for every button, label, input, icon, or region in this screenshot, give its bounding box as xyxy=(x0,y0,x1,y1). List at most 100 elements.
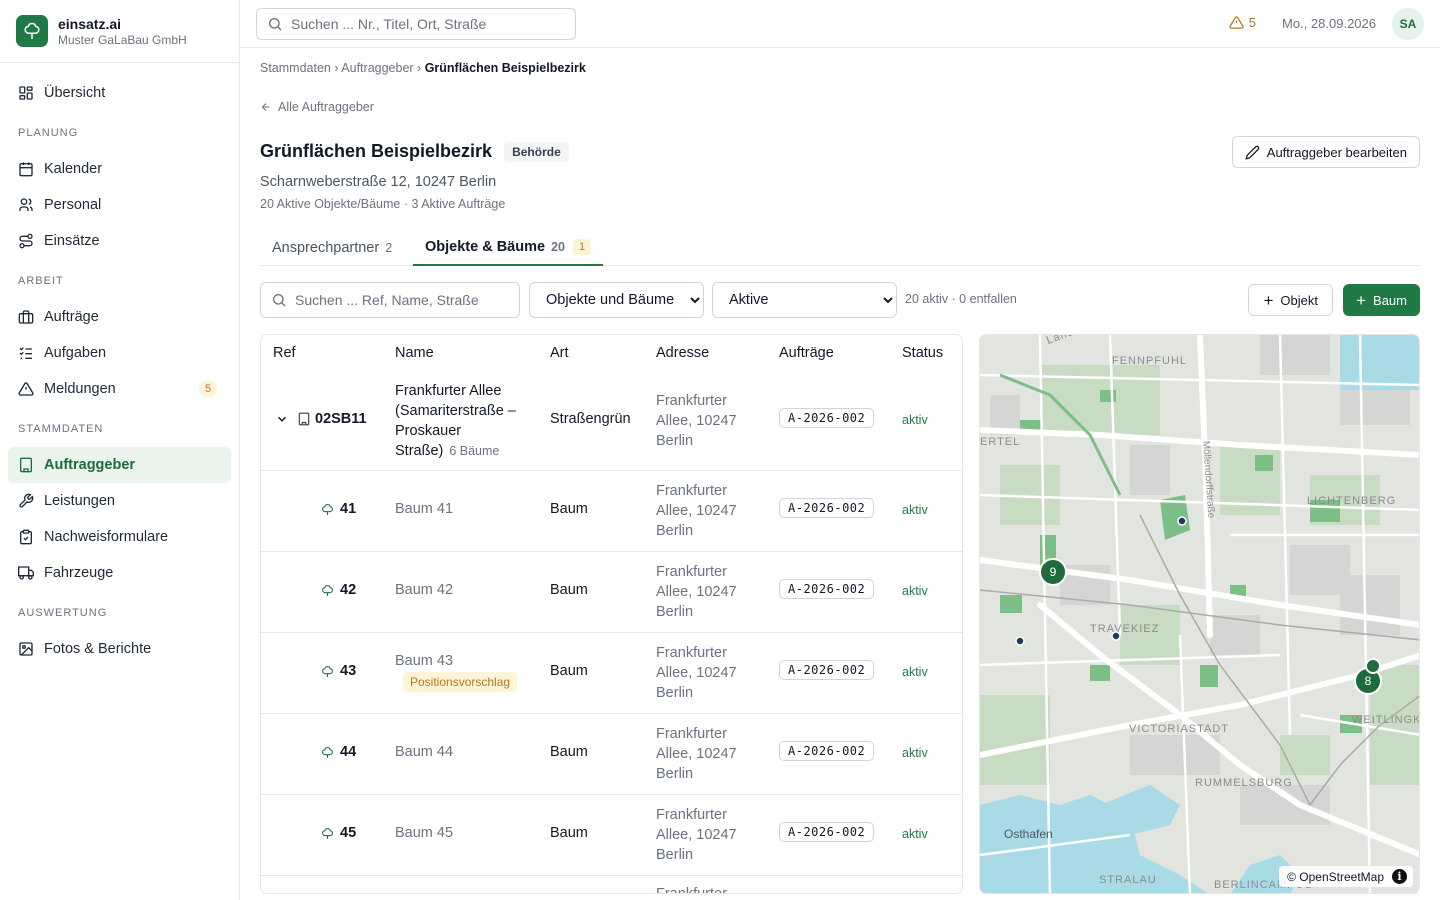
cluster-marker-9[interactable]: 9 xyxy=(1039,558,1067,586)
status-cell: aktiv xyxy=(902,413,928,427)
briefcase-icon xyxy=(18,310,34,324)
ref-value: 42 xyxy=(340,582,357,598)
sidebar-item-meldungen[interactable]: Meldungen 5 xyxy=(8,371,231,407)
table-row[interactable]: 41 Baum 41 Baum Frankfurter Allee, 10247 Berl… xyxy=(261,471,962,552)
table-row[interactable]: 43 Baum 43 Positionsvorschlag Baum Frankfurt… xyxy=(261,633,962,714)
sidebar-item-label: Fahrzeuge xyxy=(44,565,114,581)
breadcrumb: Stammdaten › Auftraggeber › Grünflächen … xyxy=(260,61,586,75)
address-line: Frankfurter xyxy=(656,886,727,894)
sidebar-item-fahrzeuge[interactable]: Fahrzeuge xyxy=(8,555,231,591)
sidebar-item-auftraggeber[interactable]: Auftraggeber xyxy=(8,447,231,483)
type-cell: Baum xyxy=(550,501,588,517)
type-filter-select[interactable]: Objekte und Bäume xyxy=(529,282,704,318)
sidebar-item-personal[interactable]: Personal xyxy=(8,187,231,223)
breadcrumb-stammdaten[interactable]: Stammdaten xyxy=(260,61,331,75)
sidebar-item-overview[interactable]: Übersicht xyxy=(8,75,231,111)
sidebar-item-label: Einsätze xyxy=(44,233,100,249)
building-icon xyxy=(20,457,32,473)
status-filter-select[interactable]: Aktive xyxy=(712,282,897,318)
calendar-icon xyxy=(19,162,33,177)
sidebar-item-einsaetze[interactable]: Einsätze xyxy=(8,223,231,259)
sidebar-item-label: Aufträge xyxy=(44,309,99,325)
sidebar-item-auftraege[interactable]: Aufträge xyxy=(8,299,231,335)
address-line: Allee, 10247 xyxy=(656,584,737,600)
add-tree-button[interactable]: + Baum xyxy=(1343,284,1420,316)
map-attribution[interactable]: © OpenStreetMap i xyxy=(1279,866,1413,887)
name-line: (Samariterstraße – xyxy=(395,403,516,419)
info-icon[interactable]: i xyxy=(1392,869,1407,884)
table-row[interactable]: 42 Baum 42 Baum Frankfurter Allee, 10247 Berl… xyxy=(261,552,962,633)
map-canvas[interactable]: FENNPFUHL LICHTENBERG TRAVEKIEZ VICTORIA… xyxy=(980,335,1420,894)
global-search-input[interactable] xyxy=(291,16,561,32)
order-badge[interactable]: A-2026-002 xyxy=(779,408,875,428)
tree-marker[interactable] xyxy=(1015,636,1025,646)
order-badge[interactable]: A-2026-002 xyxy=(779,498,875,518)
object-search[interactable] xyxy=(260,282,520,318)
table-row[interactable]: 44 Baum 44 Baum Frankfurter Allee, 10247 Berl… xyxy=(261,714,962,795)
chevron-down-icon[interactable] xyxy=(275,412,289,426)
tab-count: 2 xyxy=(385,240,393,255)
cluster-count: 9 xyxy=(1050,565,1057,579)
map-label-travekiez: TRAVEKIEZ xyxy=(1090,623,1159,635)
address-cell: Frankfurter Allee, 10247 Berlin xyxy=(656,481,766,541)
status-cell: aktiv xyxy=(902,827,928,841)
brand[interactable]: einsatz.ai Muster GaLaBau GmbH xyxy=(0,0,239,63)
table-row[interactable]: 45 Baum 45 Baum Frankfurter Allee, 10247 Berl… xyxy=(261,795,962,876)
tree-marker[interactable] xyxy=(1177,516,1187,526)
breadcrumb-auftraggeber[interactable]: Auftraggeber xyxy=(341,61,413,75)
tree-count: 6 Bäume xyxy=(449,444,500,458)
order-badge[interactable]: A-2026-002 xyxy=(779,579,875,599)
sidebar-item-aufgaben[interactable]: Aufgaben xyxy=(8,335,231,371)
sidebar-item-nachweisformulare[interactable]: Nachweisformulare xyxy=(8,519,231,555)
type-cell: Baum xyxy=(550,825,588,841)
sidebar-item-leistungen[interactable]: Leistungen xyxy=(8,483,231,519)
edit-client-button[interactable]: Auftraggeber bearbeiten xyxy=(1231,136,1420,168)
position-suggestion-badge[interactable]: Positionsvorschlag xyxy=(403,672,518,692)
tree-marker[interactable] xyxy=(1111,631,1121,641)
col-status[interactable]: Status xyxy=(902,345,943,361)
type-cell: Baum xyxy=(550,582,588,598)
status-cell: aktiv xyxy=(902,503,928,517)
sidebar-item-fotos[interactable]: Fotos & Berichte xyxy=(8,631,231,667)
sidebar-item-label: Leistungen xyxy=(44,493,115,509)
address-line: Frankfurter xyxy=(656,726,727,742)
building-icon xyxy=(298,412,310,426)
sidebar-item-label: Fotos & Berichte xyxy=(44,641,152,657)
meldungen-count-badge: 5 xyxy=(199,380,217,398)
edit-client-label: Auftraggeber bearbeiten xyxy=(1266,144,1407,160)
avatar[interactable]: SA xyxy=(1392,8,1424,40)
col-ref[interactable]: Ref xyxy=(273,345,296,361)
address-line: Frankfurter xyxy=(656,807,727,823)
address-line: Allee, 10247 xyxy=(656,413,737,429)
status-cell: aktiv xyxy=(902,746,928,760)
tabs: Ansprechpartner 2 Objekte & Bäume 20 1 xyxy=(260,229,1420,266)
map[interactable]: FENNPFUHL LICHTENBERG TRAVEKIEZ VICTORIA… xyxy=(979,334,1420,894)
tab-label: Objekte & Bäume xyxy=(425,238,546,255)
warnings-indicator[interactable]: 5 xyxy=(1229,15,1256,30)
table-row-parent[interactable]: 02SB11 Frankfurter Allee (Samariterstraß… xyxy=(261,371,962,471)
back-link[interactable]: Alle Auftraggeber xyxy=(260,100,374,114)
ref-cell: 02SB11 xyxy=(275,411,367,427)
tab-objects[interactable]: Objekte & Bäume 20 1 xyxy=(413,229,604,266)
global-search[interactable] xyxy=(256,8,576,40)
col-orders[interactable]: Aufträge xyxy=(779,345,834,361)
order-badge[interactable]: A-2026-002 xyxy=(779,660,875,680)
col-type[interactable]: Art xyxy=(550,345,569,361)
filter-row: Objekte und Bäume Aktive 20 aktiv · 0 en… xyxy=(260,282,1420,318)
image-icon xyxy=(19,642,33,656)
address-cell: Frankfurter Allee, 10247 Berlin xyxy=(656,391,766,451)
col-name[interactable]: Name xyxy=(395,345,434,361)
add-object-button[interactable]: + Objekt xyxy=(1248,284,1333,316)
map-label-ertel: ERTEL xyxy=(980,436,1020,448)
attribution-text: © OpenStreetMap xyxy=(1287,869,1384,884)
type-cell: Straßengrün xyxy=(550,411,631,427)
order-badge[interactable]: A-2026-002 xyxy=(779,741,875,761)
col-address[interactable]: Adresse xyxy=(656,345,709,361)
address-line: Allee, 10247 xyxy=(656,503,737,519)
order-badge[interactable]: A-2026-002 xyxy=(779,822,875,842)
address-line: Berlin xyxy=(656,523,694,539)
sidebar-item-kalender[interactable]: Kalender xyxy=(8,151,231,187)
object-search-input[interactable] xyxy=(295,292,505,308)
tree-marker-selected[interactable] xyxy=(1365,658,1381,674)
tab-contacts[interactable]: Ansprechpartner 2 xyxy=(272,229,392,266)
